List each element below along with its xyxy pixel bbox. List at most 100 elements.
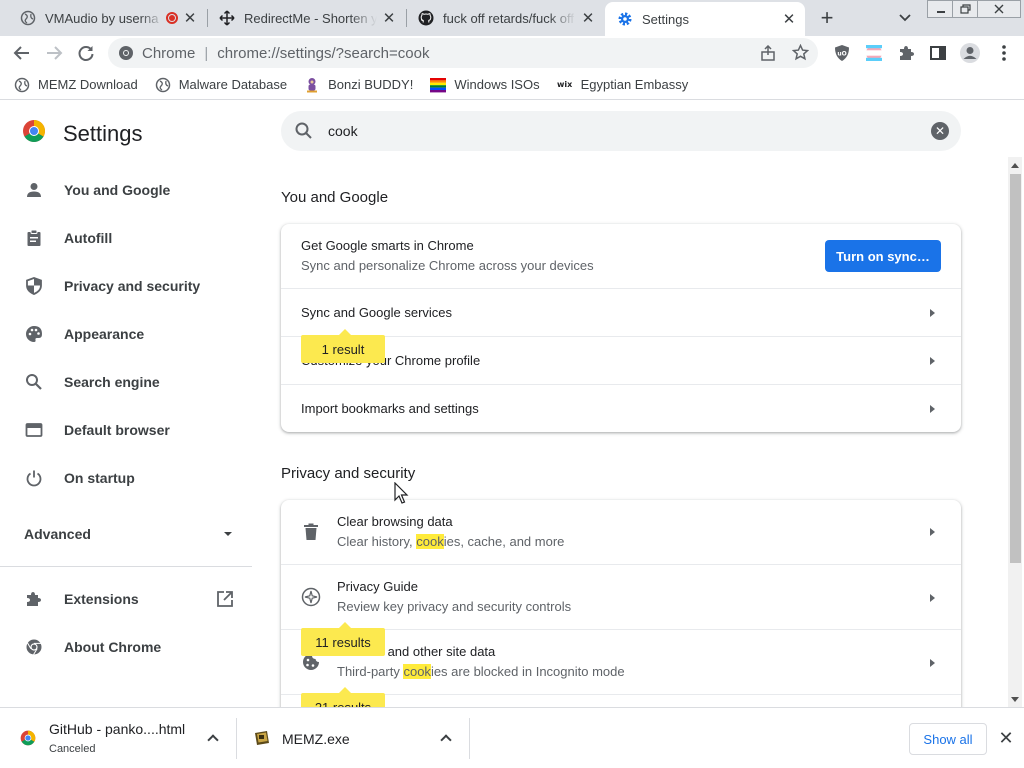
bookmark-label: Windows ISOs [454,77,540,92]
row-subtitle: Clear history, cookies, cache, and more [337,534,564,549]
tab-vmaudio[interactable]: VMAudio by userna ✕ [8,2,206,34]
tab-settings[interactable]: Settings ✕ [605,2,805,36]
sync-promo-subtitle: Sync and personalize Chrome across your … [301,258,594,273]
sidebar-item-appearance[interactable]: Appearance [24,323,144,345]
sidebar-item-privacy[interactable]: Privacy and security [24,275,200,297]
settings-search-input[interactable]: cook ✕ [281,111,961,151]
bookmark-memz-download[interactable]: MEMZ Download [14,77,138,93]
scroll-down-arrow[interactable] [1011,697,1019,702]
sidebar-item-search-engine[interactable]: Search engine [24,371,160,393]
row-label: Privacy Guide [337,579,418,594]
search-result-bubble: 1 result [301,329,385,363]
reload-button[interactable] [72,39,100,67]
globe-icon [20,10,36,26]
download-filename: GitHub - panko....html [49,721,186,737]
side-panel-icon[interactable] [924,39,952,67]
extensions-puzzle-icon[interactable] [892,39,920,67]
ublock-icon[interactable]: uO [828,39,856,67]
sidebar-item-extensions[interactable]: Extensions [24,588,234,610]
close-tab-icon[interactable]: ✕ [781,11,797,28]
bookmark-egyptian-embassy[interactable]: wix Egyptian Embassy [557,77,689,93]
github-icon [418,10,434,26]
sync-services-row[interactable]: Sync and Google services [281,288,961,336]
chevron-right-icon [930,357,935,365]
close-tab-icon[interactable]: ✕ [182,10,198,27]
bookmarks-bar: MEMZ Download Malware Database Bonzi BUD… [0,70,1024,100]
chevron-up-icon[interactable] [207,734,219,746]
chrome-page-icon [118,45,134,65]
settings-page: Settings cook ✕ You and Google Autofill … [0,101,1024,707]
sidebar-item-on-startup[interactable]: On startup [24,467,135,489]
sidebar-item-label: Extensions [64,591,139,607]
search-icon [294,121,314,141]
scrollbar-thumb[interactable] [1010,174,1021,563]
chevron-right-icon [930,528,935,536]
sidebar-divider [0,566,252,567]
bookmark-label: MEMZ Download [38,77,138,92]
svg-text:uO: uO [837,51,846,58]
subtitle-text: Third-party [337,664,404,679]
tab-redirectme[interactable]: RedirectMe - Shorten y ✕ [207,2,405,34]
chevron-right-icon [930,594,935,602]
tab-title: fuck off retards/fuck off [443,10,575,26]
bookmark-label: Malware Database [178,77,288,92]
back-button[interactable] [8,39,36,67]
share-icon[interactable] [760,44,776,65]
minimize-button[interactable] [927,0,955,18]
chevron-right-icon [930,309,935,317]
close-downloads-icon[interactable]: ✕ [997,727,1015,749]
new-tab-button[interactable]: + [814,5,840,31]
sidebar-item-advanced[interactable]: Advanced [24,523,232,545]
chevron-right-icon [930,405,935,413]
search-result-bubble: 11 results [301,622,385,656]
download-item[interactable]: MEMZ.exe [237,708,469,768]
exe-file-icon [253,729,271,752]
sidebar-item-you-and-google[interactable]: You and Google [24,179,170,201]
mouse-cursor-icon [394,481,410,511]
profile-avatar[interactable] [956,39,984,67]
privacy-guide-row[interactable]: Privacy Guide Review key privacy and sec… [281,564,961,629]
gear-icon [617,11,633,27]
bookmark-malware-database[interactable]: Malware Database [155,77,287,93]
sidebar-item-default-browser[interactable]: Default browser [24,419,170,441]
sidebar-item-label: About Chrome [64,639,162,655]
sidebar-item-label: You and Google [64,182,171,198]
bookmark-label: Egyptian Embassy [580,77,689,92]
turn-on-sync-button[interactable]: Turn on sync… [825,240,941,272]
omnibox[interactable]: Chrome | chrome://settings/?search=cook [108,38,818,68]
forward-button[interactable] [40,39,68,67]
tab-title: VMAudio by userna [45,10,159,26]
row-subtitle: Third-party cookies are blocked in Incog… [337,664,625,679]
sidebar-item-about[interactable]: About Chrome [24,636,161,658]
chevron-down-icon [224,532,232,536]
search-query: cook [328,123,358,139]
download-separator [469,718,470,759]
scroll-up-arrow[interactable] [1011,163,1019,168]
show-all-button[interactable]: Show all [909,723,987,755]
globe-icon [155,77,171,93]
import-bookmarks-row[interactable]: Import bookmarks and settings [281,384,961,432]
bookmark-label: Bonzi BUDDY! [328,77,414,92]
restore-button[interactable] [952,0,980,18]
sidebar-item-label: Privacy and security [64,278,201,294]
bookmark-bonzi-buddy[interactable]: Bonzi BUDDY! [304,77,413,93]
bookmark-star-icon[interactable] [791,43,810,65]
privacy-card: Clear browsing data Clear history, cooki… [281,500,961,707]
tab-github[interactable]: fuck off retards/fuck off ✕ [406,2,604,34]
tab-search-icon[interactable] [895,8,915,28]
close-tab-icon[interactable]: ✕ [580,10,596,27]
close-tab-icon[interactable]: ✕ [381,10,397,27]
clear-search-icon[interactable]: ✕ [931,122,949,140]
pride-extension-icon[interactable] [860,39,888,67]
sidebar-item-autofill[interactable]: Autofill [24,227,112,249]
chevron-up-icon[interactable] [440,734,452,746]
close-window-button[interactable] [977,0,1021,18]
rainbow-flag-icon [430,77,447,93]
bookmark-windows-isos[interactable]: Windows ISOs [430,77,540,93]
subtitle-text: Clear history, [337,534,417,549]
clear-browsing-data-row[interactable]: Clear browsing data Clear history, cooki… [281,500,961,564]
menu-kebab-icon[interactable] [990,39,1018,67]
download-item[interactable]: GitHub - panko....html Canceled [0,708,236,768]
tab-title: Settings [642,11,689,27]
sidebar-item-label: Appearance [64,326,145,342]
